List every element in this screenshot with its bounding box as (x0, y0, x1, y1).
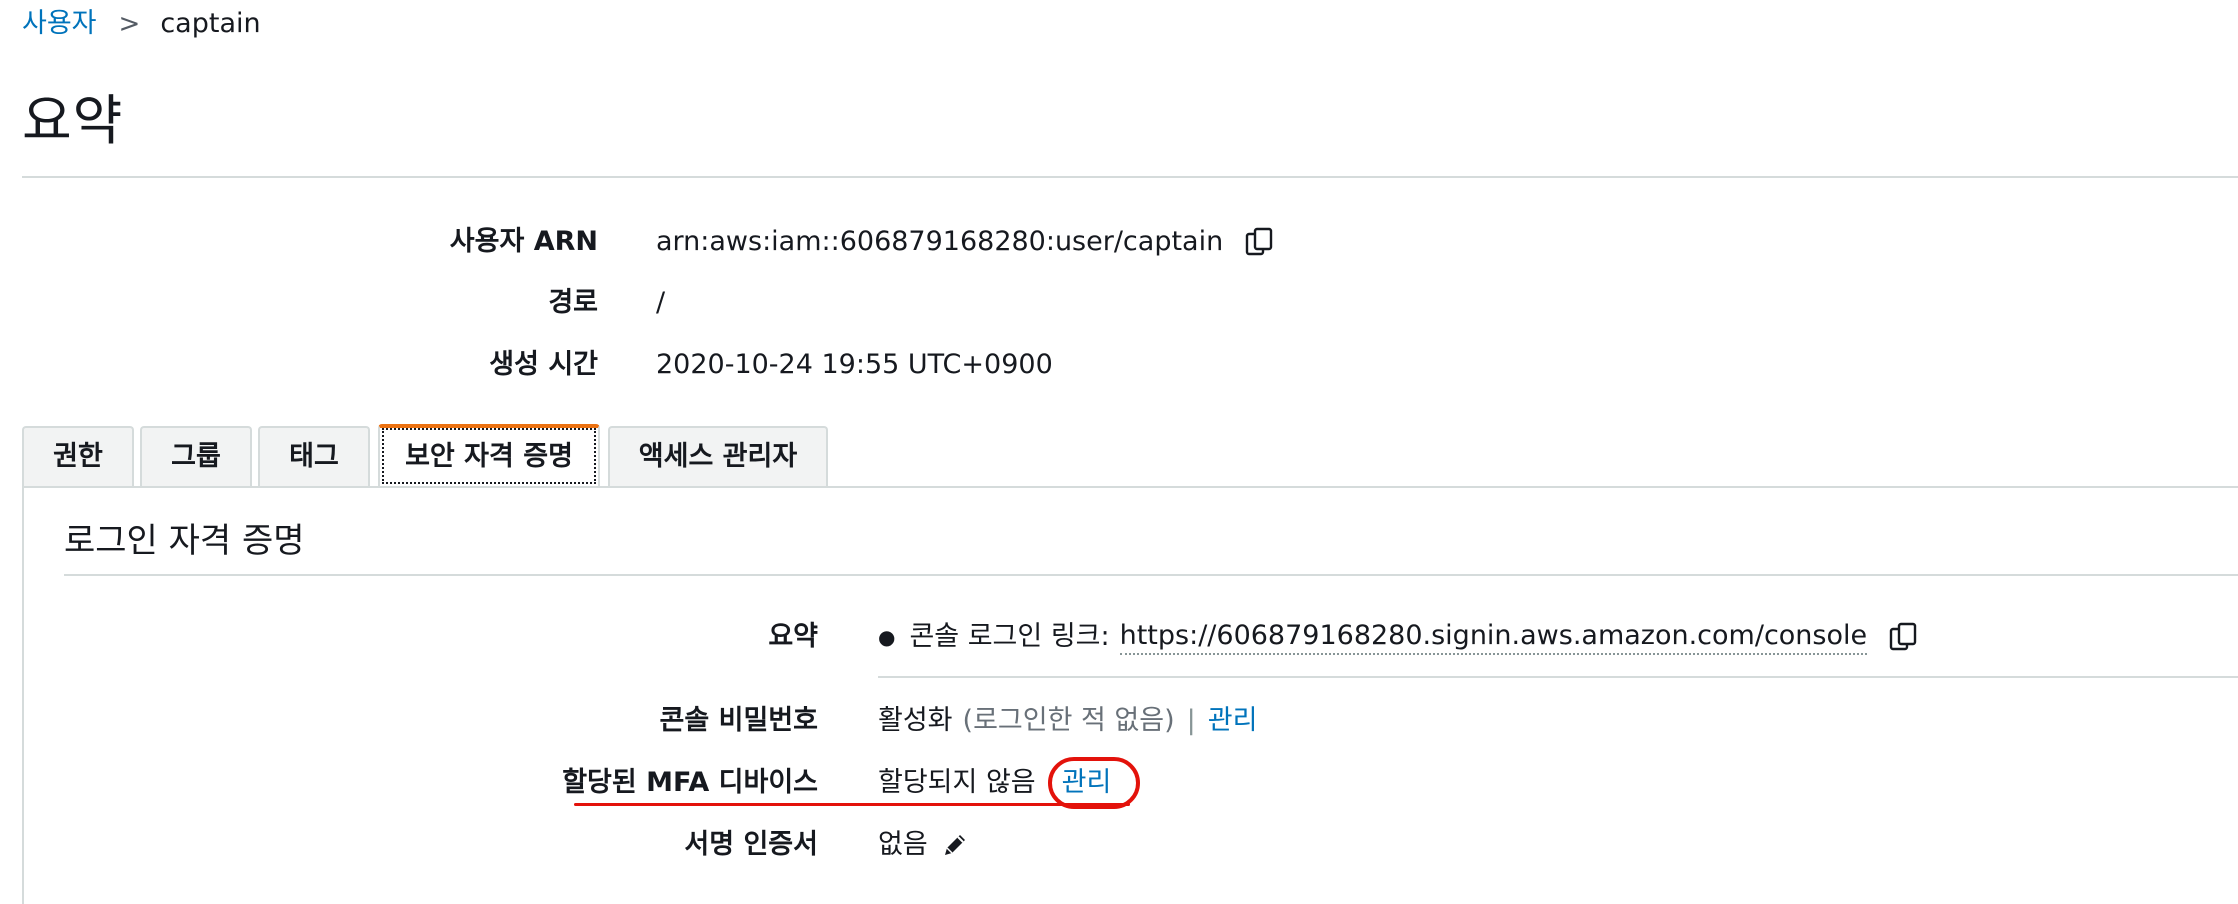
tab-bar: 권한 그룹 태그 보안 자격 증명 액세스 관리자 (22, 424, 2238, 488)
mfa-status: 할당되지 않음 (878, 767, 1036, 798)
cred-row-summary: 요약 ● 콘솔 로그인 링크: https://606879168280.sig… (0, 614, 2238, 660)
console-password-manage-link[interactable]: 관리 (1208, 698, 1258, 744)
section-title-signin-credentials: 로그인 자격 증명 (64, 521, 305, 561)
annotation-circle (1048, 757, 1140, 809)
separator: | (1186, 705, 1196, 736)
summary-row-path: 경로 / (0, 281, 2238, 325)
breadcrumb-separator: > (118, 9, 141, 39)
arn-value-wrap: arn:aws:iam::606879168280:user/captain (656, 220, 1277, 264)
copy-icon[interactable] (1887, 620, 1921, 654)
pencil-icon[interactable] (940, 830, 970, 860)
arn-value: arn:aws:iam::606879168280:user/captain (656, 226, 1224, 257)
arn-label: 사용자 ARN (449, 226, 598, 257)
tab-tags[interactable]: 태그 (258, 426, 370, 486)
summary-row-created: 생성 시간 2020-10-24 19:55 UTC+0900 (0, 343, 2238, 387)
console-password-status: 활성화 (878, 705, 953, 736)
signing-cert-status: 없음 (878, 829, 928, 860)
title-divider (22, 176, 2238, 178)
breadcrumb-current: captain (160, 8, 261, 39)
summary-row-arn: 사용자 ARN arn:aws:iam::606879168280:user/c… (0, 220, 2238, 264)
breadcrumb-users-link[interactable]: 사용자 (22, 4, 97, 44)
cred-summary-value: ● 콘솔 로그인 링크: https://606879168280.signin… (878, 614, 1921, 660)
console-password-label: 콘솔 비밀번호 (659, 705, 818, 736)
console-password-note: (로그인한 적 없음) (962, 705, 1175, 736)
copy-icon[interactable] (1243, 225, 1277, 259)
bullet: ● (878, 625, 896, 649)
tab-security-credentials[interactable]: 보안 자격 증명 (378, 424, 600, 488)
tab-access-advisor[interactable]: 액세스 관리자 (608, 426, 828, 486)
console-password-value: 활성화 (로그인한 적 없음) | 관리 (878, 698, 1257, 744)
cred-row-signing-cert: 서명 인증서 없음 (0, 822, 2238, 868)
created-value: 2020-10-24 19:55 UTC+0900 (656, 349, 1053, 380)
section-divider (64, 574, 2238, 576)
path-value: / (656, 287, 666, 318)
console-link-prefix: 콘솔 로그인 링크: (909, 621, 1110, 652)
signing-cert-label: 서명 인증서 (684, 829, 818, 860)
created-label: 생성 시간 (489, 349, 598, 380)
summary-value-divider (878, 676, 2238, 678)
iam-user-summary-page: 사용자 > captain 요약 사용자 ARN arn:aws:iam::60… (0, 0, 2238, 904)
console-signin-url[interactable]: https://606879168280.signin.aws.amazon.c… (1119, 619, 1868, 655)
tab-groups[interactable]: 그룹 (140, 426, 252, 486)
path-label: 경로 (548, 287, 598, 318)
breadcrumb: 사용자 > captain (22, 4, 261, 44)
page-title: 요약 (22, 89, 124, 152)
tab-permissions[interactable]: 권한 (22, 426, 134, 486)
cred-row-console-password: 콘솔 비밀번호 활성화 (로그인한 적 없음) | 관리 (0, 698, 2238, 744)
signing-cert-value: 없음 (878, 822, 970, 868)
mfa-label: 할당된 MFA 디바이스 (562, 767, 818, 798)
annotation-underline (574, 803, 1130, 806)
cred-summary-label: 요약 (768, 621, 818, 652)
